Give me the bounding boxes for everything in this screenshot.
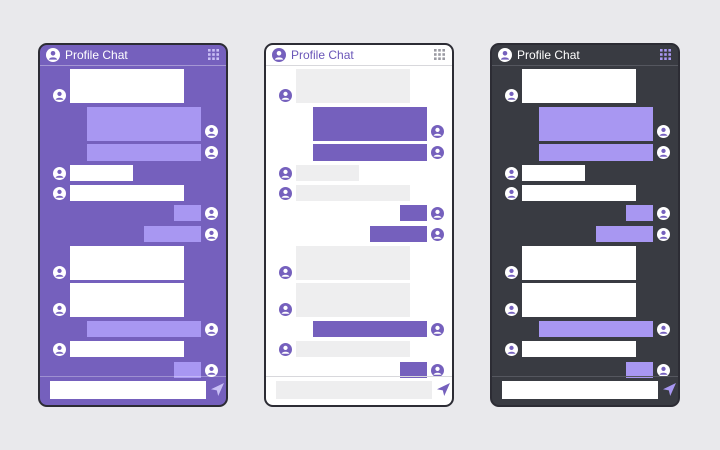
user-avatar-icon	[505, 167, 518, 180]
user-avatar-icon[interactable]	[46, 48, 60, 62]
user-avatar-icon	[205, 228, 218, 241]
outgoing-message	[87, 144, 201, 161]
user-avatar-icon	[431, 125, 444, 138]
chat-window-white: Profile Chat	[264, 43, 454, 407]
send-icon[interactable]	[210, 382, 225, 397]
user-avatar-icon	[657, 228, 670, 241]
user-avatar-icon	[431, 146, 444, 159]
user-avatar-icon	[279, 266, 292, 279]
chat-header: Profile Chat	[492, 45, 678, 66]
incoming-message	[296, 185, 410, 201]
chat-title: Profile Chat	[517, 48, 580, 62]
user-avatar-icon	[657, 125, 670, 138]
outgoing-message	[400, 205, 427, 221]
send-icon[interactable]	[436, 382, 451, 397]
incoming-message	[70, 341, 184, 357]
message-input[interactable]	[502, 381, 658, 399]
user-avatar-icon	[53, 167, 66, 180]
user-avatar-icon	[205, 146, 218, 159]
incoming-message	[522, 283, 636, 317]
user-avatar-icon	[505, 89, 518, 102]
message-input[interactable]	[50, 381, 206, 399]
outgoing-message	[87, 321, 201, 337]
chat-header: Profile Chat	[40, 45, 226, 66]
user-avatar-icon	[53, 303, 66, 316]
incoming-message	[70, 185, 184, 201]
chat-window-purple: Profile Chat	[38, 43, 228, 407]
user-avatar-icon	[279, 89, 292, 102]
user-avatar-icon	[53, 89, 66, 102]
user-avatar-icon	[205, 323, 218, 336]
user-avatar-icon[interactable]	[498, 48, 512, 62]
chat-header: Profile Chat	[266, 45, 452, 66]
chat-title: Profile Chat	[291, 48, 354, 62]
user-avatar-icon	[431, 323, 444, 336]
user-avatar-icon	[205, 207, 218, 220]
chat-window-dark: Profile Chat	[490, 43, 680, 407]
incoming-message	[296, 69, 410, 103]
user-avatar-icon	[279, 187, 292, 200]
grid-menu-icon[interactable]	[208, 49, 219, 60]
user-avatar-icon	[279, 343, 292, 356]
outgoing-message	[539, 321, 653, 337]
incoming-message	[70, 246, 184, 280]
message-composer	[492, 376, 678, 405]
message-composer	[266, 376, 452, 405]
user-avatar-icon	[205, 125, 218, 138]
user-avatar-icon	[657, 146, 670, 159]
outgoing-message	[539, 107, 653, 141]
incoming-message	[70, 69, 184, 103]
outgoing-message	[539, 144, 653, 161]
message-composer	[40, 376, 226, 405]
incoming-message	[296, 283, 410, 317]
outgoing-message	[313, 107, 427, 141]
send-icon[interactable]	[662, 382, 677, 397]
outgoing-message	[370, 226, 427, 242]
incoming-message	[296, 341, 410, 357]
incoming-message	[70, 165, 133, 181]
incoming-message	[522, 165, 585, 181]
incoming-message	[522, 69, 636, 103]
user-avatar-icon	[279, 167, 292, 180]
incoming-message	[296, 246, 410, 280]
incoming-message	[296, 165, 359, 181]
incoming-message	[522, 246, 636, 280]
outgoing-message	[596, 226, 653, 242]
user-avatar-icon	[657, 207, 670, 220]
user-avatar-icon	[431, 207, 444, 220]
user-avatar-icon[interactable]	[272, 48, 286, 62]
user-avatar-icon	[279, 303, 292, 316]
outgoing-message	[313, 144, 427, 161]
user-avatar-icon	[505, 343, 518, 356]
chat-title: Profile Chat	[65, 48, 128, 62]
grid-menu-icon[interactable]	[660, 49, 671, 60]
user-avatar-icon	[657, 323, 670, 336]
outgoing-message	[144, 226, 201, 242]
incoming-message	[522, 341, 636, 357]
outgoing-message	[87, 107, 201, 141]
user-avatar-icon	[53, 266, 66, 279]
outgoing-message	[174, 205, 201, 221]
user-avatar-icon	[505, 266, 518, 279]
incoming-message	[70, 283, 184, 317]
grid-menu-icon[interactable]	[434, 49, 445, 60]
user-avatar-icon	[505, 303, 518, 316]
incoming-message	[522, 185, 636, 201]
user-avatar-icon	[53, 343, 66, 356]
user-avatar-icon	[431, 228, 444, 241]
message-input[interactable]	[276, 381, 432, 399]
outgoing-message	[626, 205, 653, 221]
user-avatar-icon	[505, 187, 518, 200]
user-avatar-icon	[53, 187, 66, 200]
outgoing-message	[313, 321, 427, 337]
